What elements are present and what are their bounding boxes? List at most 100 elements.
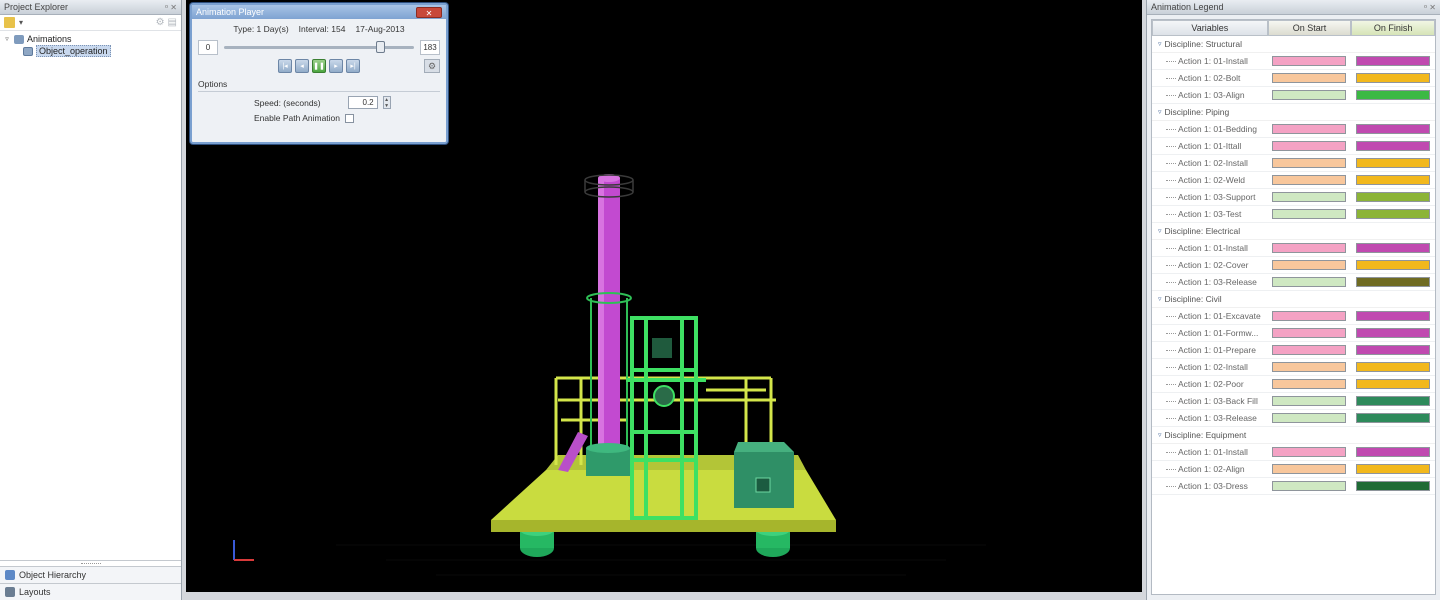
legend-row[interactable]: Action 1: 02-Cover — [1152, 257, 1435, 274]
last-frame-button[interactable]: ▸| — [346, 59, 360, 73]
discipline-row[interactable]: ▿ Discipline: Civil — [1152, 291, 1435, 308]
legend-row[interactable]: Action 1: 03-Align — [1152, 87, 1435, 104]
settings-icon[interactable]: ⚙ — [156, 17, 165, 28]
color-swatch-start[interactable] — [1272, 158, 1347, 168]
color-swatch-start[interactable] — [1272, 56, 1347, 66]
tree-item-object-operation[interactable]: Object_operation — [3, 45, 178, 57]
legend-row[interactable]: Action 1: 01-Install — [1152, 53, 1435, 70]
discipline-row[interactable]: ▿ Discipline: Piping — [1152, 104, 1435, 121]
color-swatch-finish[interactable] — [1356, 141, 1431, 151]
tree-item-animations[interactable]: ▿ Animations — [3, 33, 178, 45]
speed-spinner[interactable]: ▲ ▼ — [382, 96, 391, 109]
color-swatch-start[interactable] — [1272, 243, 1347, 253]
column-header-on-start[interactable]: On Start — [1267, 20, 1352, 36]
color-swatch-finish[interactable] — [1356, 209, 1431, 219]
color-swatch-finish[interactable] — [1356, 379, 1431, 389]
path-animation-checkbox[interactable] — [345, 113, 355, 123]
close-button[interactable]: ✕ — [416, 6, 442, 18]
tab-layouts[interactable]: Layouts — [0, 583, 181, 600]
discipline-row[interactable]: ▿ Discipline: Electrical — [1152, 223, 1435, 240]
color-swatch-start[interactable] — [1272, 311, 1347, 321]
expand-icon[interactable]: ▿ — [1158, 431, 1162, 439]
expand-icon[interactable]: ▿ — [1158, 227, 1162, 235]
tab-object-hierarchy[interactable]: Object Hierarchy — [0, 566, 181, 583]
legend-row[interactable]: Action 1: 01-Prepare — [1152, 342, 1435, 359]
speed-input[interactable]: 0.2 — [347, 96, 378, 109]
color-swatch-start[interactable] — [1272, 413, 1347, 423]
legend-row[interactable]: Action 1: 01-Install — [1152, 240, 1435, 257]
legend-row[interactable]: Action 1: 02-Bolt — [1152, 70, 1435, 87]
color-swatch-finish[interactable] — [1356, 413, 1431, 423]
color-swatch-start[interactable] — [1272, 209, 1347, 219]
color-swatch-start[interactable] — [1272, 260, 1347, 270]
color-swatch-start[interactable] — [1272, 362, 1347, 372]
legend-row[interactable]: Action 1: 01-Bedding — [1152, 121, 1435, 138]
slider-thumb[interactable] — [376, 41, 385, 53]
animation-player-titlebar[interactable]: Animation Player ✕ — [192, 5, 446, 19]
color-swatch-start[interactable] — [1272, 124, 1347, 134]
color-swatch-finish[interactable] — [1356, 396, 1431, 406]
legend-row[interactable]: Action 1: 03-Dress — [1152, 478, 1435, 495]
color-swatch-start[interactable] — [1272, 73, 1347, 83]
color-swatch-finish[interactable] — [1356, 362, 1431, 372]
step-forward-button[interactable]: ▸ — [329, 59, 343, 73]
color-swatch-finish[interactable] — [1356, 447, 1431, 457]
expand-icon[interactable]: ▿ — [1158, 295, 1162, 303]
color-swatch-finish[interactable] — [1356, 56, 1431, 66]
legend-row[interactable]: Action 1: 03-Release — [1152, 410, 1435, 427]
color-swatch-finish[interactable] — [1356, 464, 1431, 474]
legend-row[interactable]: Action 1: 03-Back Fill — [1152, 393, 1435, 410]
column-header-variables[interactable]: Variables — [1152, 20, 1268, 36]
legend-row[interactable]: Action 1: 01-Excavate — [1152, 308, 1435, 325]
color-swatch-start[interactable] — [1272, 192, 1347, 202]
legend-row[interactable]: Action 1: 02-Poor — [1152, 376, 1435, 393]
color-swatch-start[interactable] — [1272, 464, 1347, 474]
color-swatch-finish[interactable] — [1356, 260, 1431, 270]
color-swatch-finish[interactable] — [1356, 277, 1431, 287]
discipline-row[interactable]: ▿ Discipline: Structural — [1152, 36, 1435, 53]
folder-icon[interactable] — [4, 17, 15, 28]
legend-row[interactable]: Action 1: 03-Test — [1152, 206, 1435, 223]
color-swatch-finish[interactable] — [1356, 328, 1431, 338]
legend-row[interactable]: Action 1: 02-Install — [1152, 359, 1435, 376]
color-swatch-finish[interactable] — [1356, 311, 1431, 321]
color-swatch-finish[interactable] — [1356, 158, 1431, 168]
legend-row[interactable]: Action 1: 01-Formw... — [1152, 325, 1435, 342]
settings-icon[interactable]: ⚙ — [424, 59, 440, 73]
color-swatch-finish[interactable] — [1356, 124, 1431, 134]
color-swatch-start[interactable] — [1272, 447, 1347, 457]
color-swatch-start[interactable] — [1272, 345, 1347, 355]
color-swatch-finish[interactable] — [1356, 175, 1431, 185]
expand-icon[interactable]: ▿ — [1158, 108, 1162, 116]
discipline-row[interactable]: ▿ Discipline: Equipment — [1152, 427, 1435, 444]
color-swatch-start[interactable] — [1272, 141, 1347, 151]
color-swatch-finish[interactable] — [1356, 481, 1431, 491]
color-swatch-finish[interactable] — [1356, 243, 1431, 253]
color-swatch-start[interactable] — [1272, 379, 1347, 389]
color-swatch-finish[interactable] — [1356, 345, 1431, 355]
step-back-button[interactable]: ◂ — [295, 59, 309, 73]
color-swatch-finish[interactable] — [1356, 192, 1431, 202]
panel-controls[interactable]: ᵒ ✕ — [1424, 3, 1436, 12]
column-header-on-finish[interactable]: On Finish — [1351, 20, 1435, 36]
legend-row[interactable]: Action 1: 02-Install — [1152, 155, 1435, 172]
color-swatch-start[interactable] — [1272, 396, 1347, 406]
timeline-slider[interactable] — [224, 40, 414, 55]
color-swatch-finish[interactable] — [1356, 90, 1431, 100]
color-swatch-start[interactable] — [1272, 90, 1347, 100]
color-swatch-finish[interactable] — [1356, 73, 1431, 83]
legend-row[interactable]: Action 1: 01-Ittall — [1152, 138, 1435, 155]
pause-button[interactable]: ❚❚ — [312, 59, 326, 73]
color-swatch-start[interactable] — [1272, 328, 1347, 338]
expand-icon[interactable]: ▿ — [3, 35, 11, 43]
expand-icon[interactable]: ▿ — [1158, 40, 1162, 48]
color-swatch-start[interactable] — [1272, 277, 1347, 287]
legend-row[interactable]: Action 1: 03-Release — [1152, 274, 1435, 291]
color-swatch-start[interactable] — [1272, 481, 1347, 491]
legend-row[interactable]: Action 1: 02-Weld — [1152, 172, 1435, 189]
first-frame-button[interactable]: |◂ — [278, 59, 292, 73]
options-icon[interactable]: ▤ — [168, 17, 177, 28]
chevron-down-icon[interactable]: ▾ — [19, 18, 23, 27]
panel-controls[interactable]: ᵒ ✕ — [165, 3, 177, 12]
legend-row[interactable]: Action 1: 01-Install — [1152, 444, 1435, 461]
